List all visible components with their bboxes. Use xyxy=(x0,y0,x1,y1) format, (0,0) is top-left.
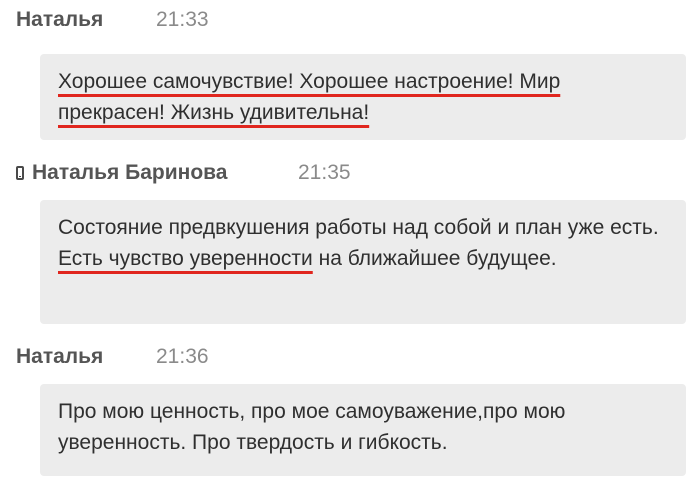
message-bubble: Про мою ценность, про мое самоуважение,п… xyxy=(40,384,686,476)
message-header: Наталья 21:36 xyxy=(16,345,316,369)
author-name[interactable]: Наталья Баринова xyxy=(32,161,227,185)
message-header: Наталья 21:33 xyxy=(16,8,316,32)
message-text: Про мою ценность, про мое самоуважение,п… xyxy=(58,400,566,454)
author-name[interactable]: Наталья xyxy=(16,8,103,32)
message-text: на ближайшее будущее. xyxy=(312,247,557,270)
message-text: Состояние предвкушения работы над собой … xyxy=(58,216,659,239)
message-time: 21:35 xyxy=(298,161,351,184)
highlighted-text: Хорошее самочувствие! Хорошее настроение… xyxy=(58,70,561,124)
message-header: Наталья Баринова 21:35 xyxy=(16,161,376,185)
message-time: 21:36 xyxy=(156,345,209,368)
message-bubble: Хорошее самочувствие! Хорошее настроение… xyxy=(40,54,686,140)
message-time: 21:33 xyxy=(156,8,209,31)
author-name[interactable]: Наталья xyxy=(16,345,103,369)
mobile-phone-icon xyxy=(16,166,24,180)
message-bubble: Состояние предвкушения работы над собой … xyxy=(40,200,686,324)
highlighted-text: Есть чувство уверенности xyxy=(58,247,313,270)
